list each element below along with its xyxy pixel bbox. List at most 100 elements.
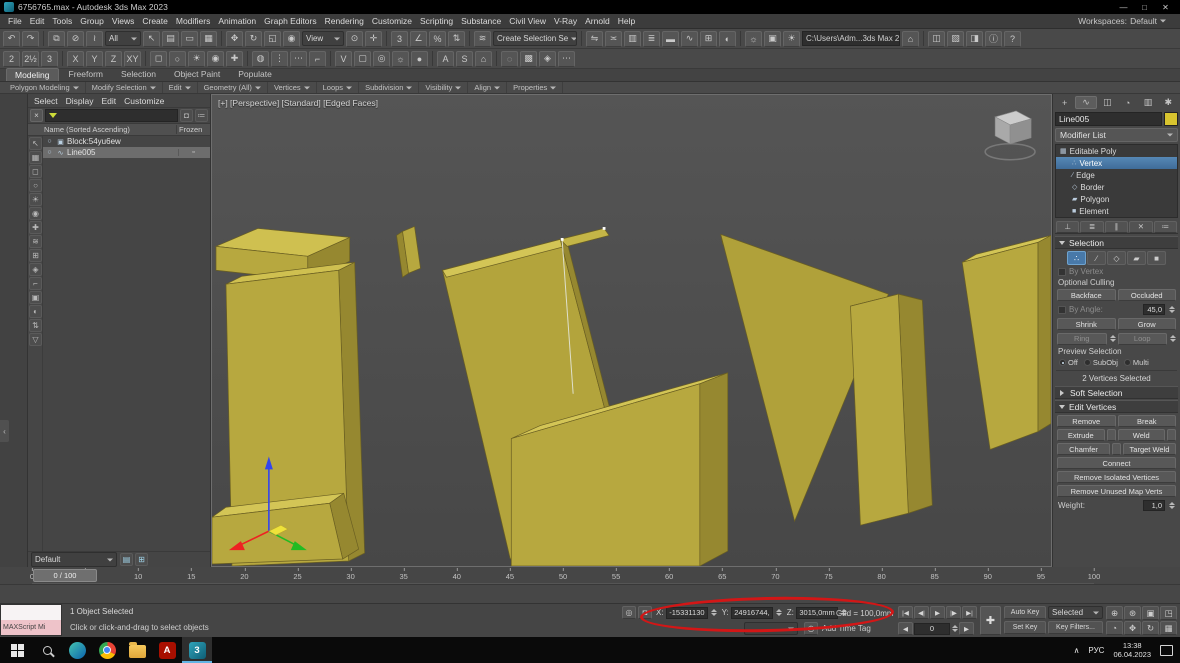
show-cameras-icon[interactable]: ◉	[29, 207, 42, 220]
shrink-button[interactable]: Shrink	[1057, 318, 1116, 330]
menu-v-ray[interactable]: V-Ray	[550, 16, 581, 26]
x-coordinate-field[interactable]: -15331130	[666, 607, 708, 619]
select-and-move-icon[interactable]: ✥	[226, 31, 243, 47]
axis-z-icon[interactable]: Z	[105, 51, 122, 67]
spinner-snap-icon[interactable]: ⇅	[448, 31, 465, 47]
polygon-subobject-icon[interactable]: ▰	[1127, 251, 1146, 265]
taskbar-3dsmax-icon[interactable]: 3	[182, 637, 212, 663]
select-by-name-icon[interactable]: ▤	[162, 31, 179, 47]
ribbon-tab-modeling[interactable]: Modeling	[6, 68, 59, 81]
select-and-place-icon[interactable]: ◉	[283, 31, 300, 47]
weight-spinner[interactable]	[1169, 499, 1175, 512]
maximize-viewport-toggle-icon[interactable]: ▦	[1160, 621, 1177, 635]
grow-button[interactable]: Grow	[1118, 318, 1177, 330]
element-subobject-icon[interactable]: ■	[1147, 251, 1166, 265]
extrude-button[interactable]: Extrude	[1057, 429, 1105, 441]
show-materials-icon[interactable]: ◐	[29, 305, 42, 318]
measure-icon[interactable]: ⌐	[309, 51, 326, 67]
taskbar-edge-icon[interactable]	[62, 637, 92, 663]
show-shapes-icon[interactable]: ○	[29, 179, 42, 192]
select-and-rotate-icon[interactable]: ↻	[245, 31, 262, 47]
target-weld-button[interactable]: Target Weld	[1123, 443, 1176, 455]
clock[interactable]: 13:38 06.04.2023	[1113, 641, 1151, 659]
loop-button[interactable]: Loop	[1118, 333, 1168, 345]
display-floater-icon[interactable]: ▩	[520, 51, 537, 67]
menu-civil-view[interactable]: Civil View	[505, 16, 550, 26]
preview-off-radio[interactable]: Off	[1059, 358, 1078, 367]
break-button[interactable]: Break	[1118, 415, 1177, 427]
select-and-link-icon[interactable]: ⧉	[48, 31, 65, 47]
filter-config-icon[interactable]: ▽	[29, 333, 42, 346]
by-angle-spinner[interactable]	[1169, 303, 1175, 316]
go-to-start-icon[interactable]: |◀	[898, 606, 913, 619]
tray-chevron-icon[interactable]: ∧	[1074, 646, 1080, 655]
layer-filter-icon[interactable]: ▧	[947, 31, 964, 47]
modifier-stack-item-polygon[interactable]: ▰Polygon	[1056, 193, 1177, 205]
zoom-all-icon[interactable]: ⊛	[1124, 606, 1141, 620]
configure-modifier-sets-icon[interactable]: ≔	[1154, 221, 1177, 233]
toggle-scene-explorer-icon[interactable]: ▥	[624, 31, 641, 47]
unlink-selection-icon[interactable]: ⊘	[67, 31, 84, 47]
remove-isolated-vertices-button[interactable]: Remove Isolated Vertices	[1057, 471, 1176, 483]
next-key-icon[interactable]: ▶	[959, 622, 974, 635]
action-center-icon[interactable]	[1160, 645, 1173, 656]
menu-tools[interactable]: Tools	[48, 16, 76, 26]
material-editor-icon[interactable]: ◐	[719, 31, 736, 47]
selected-vertex-marker[interactable]	[561, 238, 564, 241]
info-icon[interactable]: ⓘ	[985, 31, 1002, 47]
border-subobject-icon[interactable]: ◇	[1107, 251, 1126, 265]
ribbon-panel-polygon-modeling[interactable]: Polygon Modeling	[4, 82, 86, 93]
viewport-label[interactable]: [+] [Perspective] [Standard] [Edged Face…	[218, 98, 378, 108]
axis-y-icon[interactable]: Y	[86, 51, 103, 67]
menu-animation[interactable]: Animation	[214, 16, 260, 26]
curve-editor-icon[interactable]: ∿	[681, 31, 698, 47]
soft-selection-rollout-header[interactable]: Soft Selection	[1055, 386, 1178, 399]
tab-hierarchy[interactable]: ◫	[1098, 96, 1117, 109]
show-geometry-icon[interactable]: ◻	[29, 165, 42, 178]
arnold-icon[interactable]: A	[437, 51, 454, 67]
field-of-view-icon[interactable]: ◔	[1106, 621, 1123, 635]
modifier-stack-item-editable-poly[interactable]: ▦Editable Poly	[1056, 145, 1177, 157]
isolate-toggle-icon[interactable]: ◌	[501, 51, 518, 67]
schematic-view-icon[interactable]: ⊞	[700, 31, 717, 47]
time-tag-dropdown[interactable]	[744, 622, 798, 635]
key-filters-button[interactable]: Key Filters...	[1048, 621, 1103, 634]
explorer-menu-customize[interactable]: Customize	[120, 96, 168, 106]
ribbon-tab-freeform[interactable]: Freeform	[61, 68, 111, 81]
isolate-selection-icon[interactable]: ◎	[622, 606, 636, 619]
chamfer-settings-button[interactable]	[1112, 443, 1121, 455]
play-animation-icon[interactable]: ▶	[930, 606, 945, 619]
workspaces-dropdown[interactable]: Workspaces: Default	[1074, 16, 1176, 26]
vertex-subobject-icon[interactable]: ∴	[1067, 251, 1086, 265]
previous-frame-icon[interactable]: ◀|	[914, 606, 929, 619]
rendered-frame-window-icon[interactable]: ▣	[764, 31, 781, 47]
edit-named-selections-icon[interactable]: ≋	[474, 31, 491, 47]
ribbon-panel-visibility[interactable]: Visibility	[419, 82, 468, 93]
ribbon-panel-loops[interactable]: Loops	[317, 82, 359, 93]
animation-set-dropdown[interactable]: Selected	[1048, 606, 1103, 619]
remove-unused-map-verts-button[interactable]: Remove Unused Map Verts	[1057, 485, 1176, 497]
explorer-search-input[interactable]	[45, 109, 178, 122]
modifier-stack-item-element[interactable]: ■Element	[1056, 205, 1177, 217]
language-indicator[interactable]: РУС	[1088, 646, 1104, 655]
array-icon[interactable]: ⋮	[271, 51, 288, 67]
ribbon-panel-properties[interactable]: Properties	[507, 82, 563, 93]
by-angle-checkbox[interactable]	[1058, 306, 1066, 314]
ribbon-panel-geometry-all[interactable]: Geometry (All)	[198, 82, 268, 93]
occluded-button[interactable]: Occluded	[1118, 289, 1177, 301]
menu-file[interactable]: File	[4, 16, 26, 26]
workspace-icon[interactable]: ◫	[928, 31, 945, 47]
time-tag-clock-icon[interactable]: ◷	[804, 622, 818, 635]
percent-snap-icon[interactable]: %	[429, 31, 446, 47]
next-frame-icon[interactable]: |▶	[946, 606, 961, 619]
selection-filter-dropdown[interactable]: All	[105, 31, 141, 46]
modifier-stack-item-vertex[interactable]: ∴Vertex	[1056, 157, 1177, 169]
render-setup-icon[interactable]: ☼	[745, 31, 762, 47]
close-button[interactable]: ✕	[1155, 0, 1176, 14]
create-cameras-icon[interactable]: ◉	[207, 51, 224, 67]
create-lights-icon[interactable]: ☀	[188, 51, 205, 67]
chamfer-button[interactable]: Chamfer	[1057, 443, 1110, 455]
project-folder-field[interactable]: C:\Users\Adm...3ds Max 2023	[802, 31, 900, 46]
new-layer-icon[interactable]: ▤	[120, 553, 133, 566]
ribbon-tab-populate[interactable]: Populate	[230, 68, 280, 81]
